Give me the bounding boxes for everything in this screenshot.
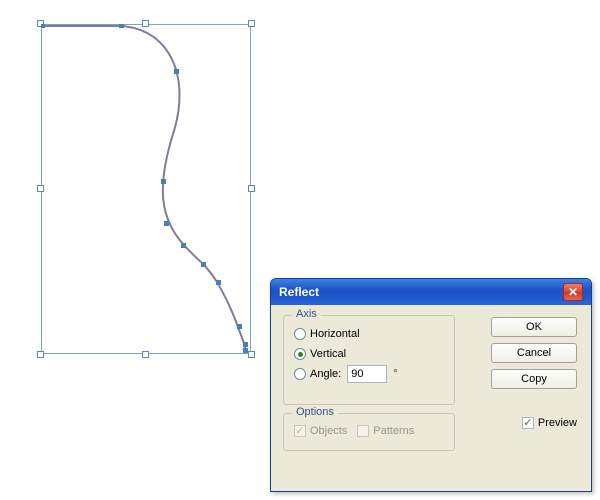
- checkbox-patterns-label: Patterns: [373, 425, 414, 437]
- axis-legend: Axis: [292, 308, 321, 320]
- checkbox-patterns-row: Patterns: [357, 425, 414, 437]
- dialog-titlebar[interactable]: Reflect ✕: [271, 279, 591, 305]
- options-legend: Options: [292, 406, 338, 418]
- options-fieldset: Options ✓ Objects Patterns: [283, 413, 455, 451]
- checkbox-objects: ✓: [294, 425, 306, 437]
- radio-horizontal-row[interactable]: Horizontal: [294, 324, 444, 344]
- reflect-dialog: Reflect ✕ Axis Horizontal Vertical Angle…: [270, 278, 592, 492]
- radio-horizontal-label: Horizontal: [310, 328, 360, 340]
- cancel-button[interactable]: Cancel: [491, 343, 577, 363]
- radio-vertical[interactable]: [294, 348, 306, 360]
- checkbox-objects-label: Objects: [310, 425, 347, 437]
- checkbox-preview-label: Preview: [538, 417, 577, 429]
- copy-button[interactable]: Copy: [491, 369, 577, 389]
- close-icon: ✕: [568, 286, 578, 298]
- radio-angle-label: Angle:: [310, 368, 341, 380]
- ok-button[interactable]: OK: [491, 317, 577, 337]
- dialog-title: Reflect: [279, 285, 319, 299]
- checkbox-preview-row[interactable]: ✓ Preview: [522, 417, 577, 429]
- checkbox-preview[interactable]: ✓: [522, 417, 534, 429]
- angle-input[interactable]: 90: [347, 365, 387, 383]
- radio-angle-row[interactable]: Angle: 90 °: [294, 364, 444, 384]
- radio-horizontal[interactable]: [294, 328, 306, 340]
- dialog-body: Axis Horizontal Vertical Angle: 90 ° Opt…: [271, 305, 591, 491]
- checkbox-patterns: [357, 425, 369, 437]
- checkbox-objects-row: ✓ Objects: [294, 425, 347, 437]
- radio-angle[interactable]: [294, 368, 306, 380]
- radio-vertical-label: Vertical: [310, 348, 346, 360]
- close-button[interactable]: ✕: [563, 283, 583, 301]
- artboard-selection: [41, 24, 251, 354]
- radio-vertical-row[interactable]: Vertical: [294, 344, 444, 364]
- degree-symbol: °: [393, 368, 397, 380]
- axis-fieldset: Axis Horizontal Vertical Angle: 90 °: [283, 315, 455, 405]
- dialog-button-column: OK Cancel Copy: [491, 317, 577, 389]
- vector-path[interactable]: [41, 24, 251, 354]
